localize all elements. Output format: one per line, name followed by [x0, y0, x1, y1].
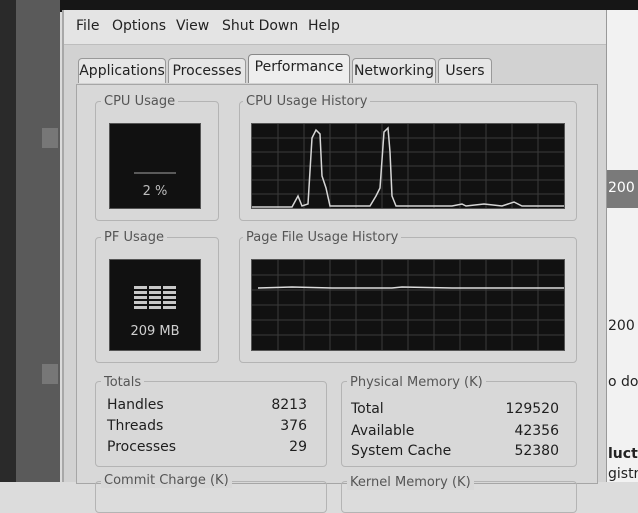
handles-value: 8213 [271, 397, 307, 413]
background-text-4: luct [608, 446, 638, 462]
background-text-1: 200 [608, 180, 635, 196]
available-memory-label: Available [351, 423, 415, 439]
physical-memory-title: Physical Memory (K) [347, 375, 486, 390]
monitor-bezel [16, 0, 60, 482]
totals-title: Totals [101, 375, 145, 390]
system-cache-value: 52380 [514, 443, 559, 459]
commit-charge-title: Commit Charge (K) [101, 473, 232, 488]
background-text-5: gistra [608, 466, 638, 482]
menu-shut-down[interactable]: Shut Down [222, 18, 298, 34]
menu-options[interactable]: Options [112, 18, 166, 34]
tab-users[interactable]: Users [438, 58, 492, 83]
pf-usage-meter: 209 MB [109, 259, 201, 351]
kernel-memory-title: Kernel Memory (K) [347, 475, 474, 490]
total-memory-value: 129520 [505, 401, 559, 417]
pf-history-graph [251, 259, 565, 351]
pf-history-title: Page File Usage History [243, 230, 402, 245]
threads-label: Threads [107, 418, 164, 434]
pf-history-chart [252, 260, 564, 350]
menu-file[interactable]: File [76, 18, 99, 34]
pf-usage-value: 209 MB [130, 324, 180, 339]
menu-view[interactable]: View [176, 18, 209, 34]
cpu-history-graph [251, 123, 565, 209]
threads-value: 376 [280, 418, 307, 434]
tab-networking[interactable]: Networking [352, 58, 436, 83]
system-cache-label: System Cache [351, 443, 452, 459]
bezel-notch [42, 128, 58, 148]
tab-applications[interactable]: Applications [78, 58, 166, 83]
total-memory-label: Total [351, 401, 384, 417]
performance-panel: CPU Usage 2 % CPU Usage History PF Usage… [76, 84, 598, 513]
tab-processes[interactable]: Processes [168, 58, 246, 83]
cpu-usage-meter: 2 % [109, 123, 201, 209]
pf-usage-title: PF Usage [101, 230, 167, 245]
tab-performance[interactable]: Performance [248, 54, 350, 83]
menu-help[interactable]: Help [308, 18, 340, 34]
task-manager-window: File Options View Shut Down Help Applica… [62, 10, 610, 513]
cpu-history-title: CPU Usage History [243, 94, 371, 109]
background-page: 200 200 o dow luct gistra [606, 10, 638, 482]
cpu-usage-value: 2 % [142, 184, 168, 199]
processes-value: 29 [289, 439, 307, 455]
photo-left-edge [0, 0, 16, 482]
background-text-2: 200 [608, 318, 635, 334]
handles-label: Handles [107, 397, 164, 413]
cpu-usage-title: CPU Usage [101, 94, 179, 109]
cpu-history-chart [252, 124, 564, 208]
cpu-meter-bar [134, 172, 176, 174]
available-memory-value: 42356 [514, 423, 559, 439]
menu-bar: File Options View Shut Down Help [64, 10, 608, 45]
background-text-3: o dow [608, 374, 638, 390]
bezel-notch [42, 364, 58, 384]
processes-label: Processes [107, 439, 177, 455]
